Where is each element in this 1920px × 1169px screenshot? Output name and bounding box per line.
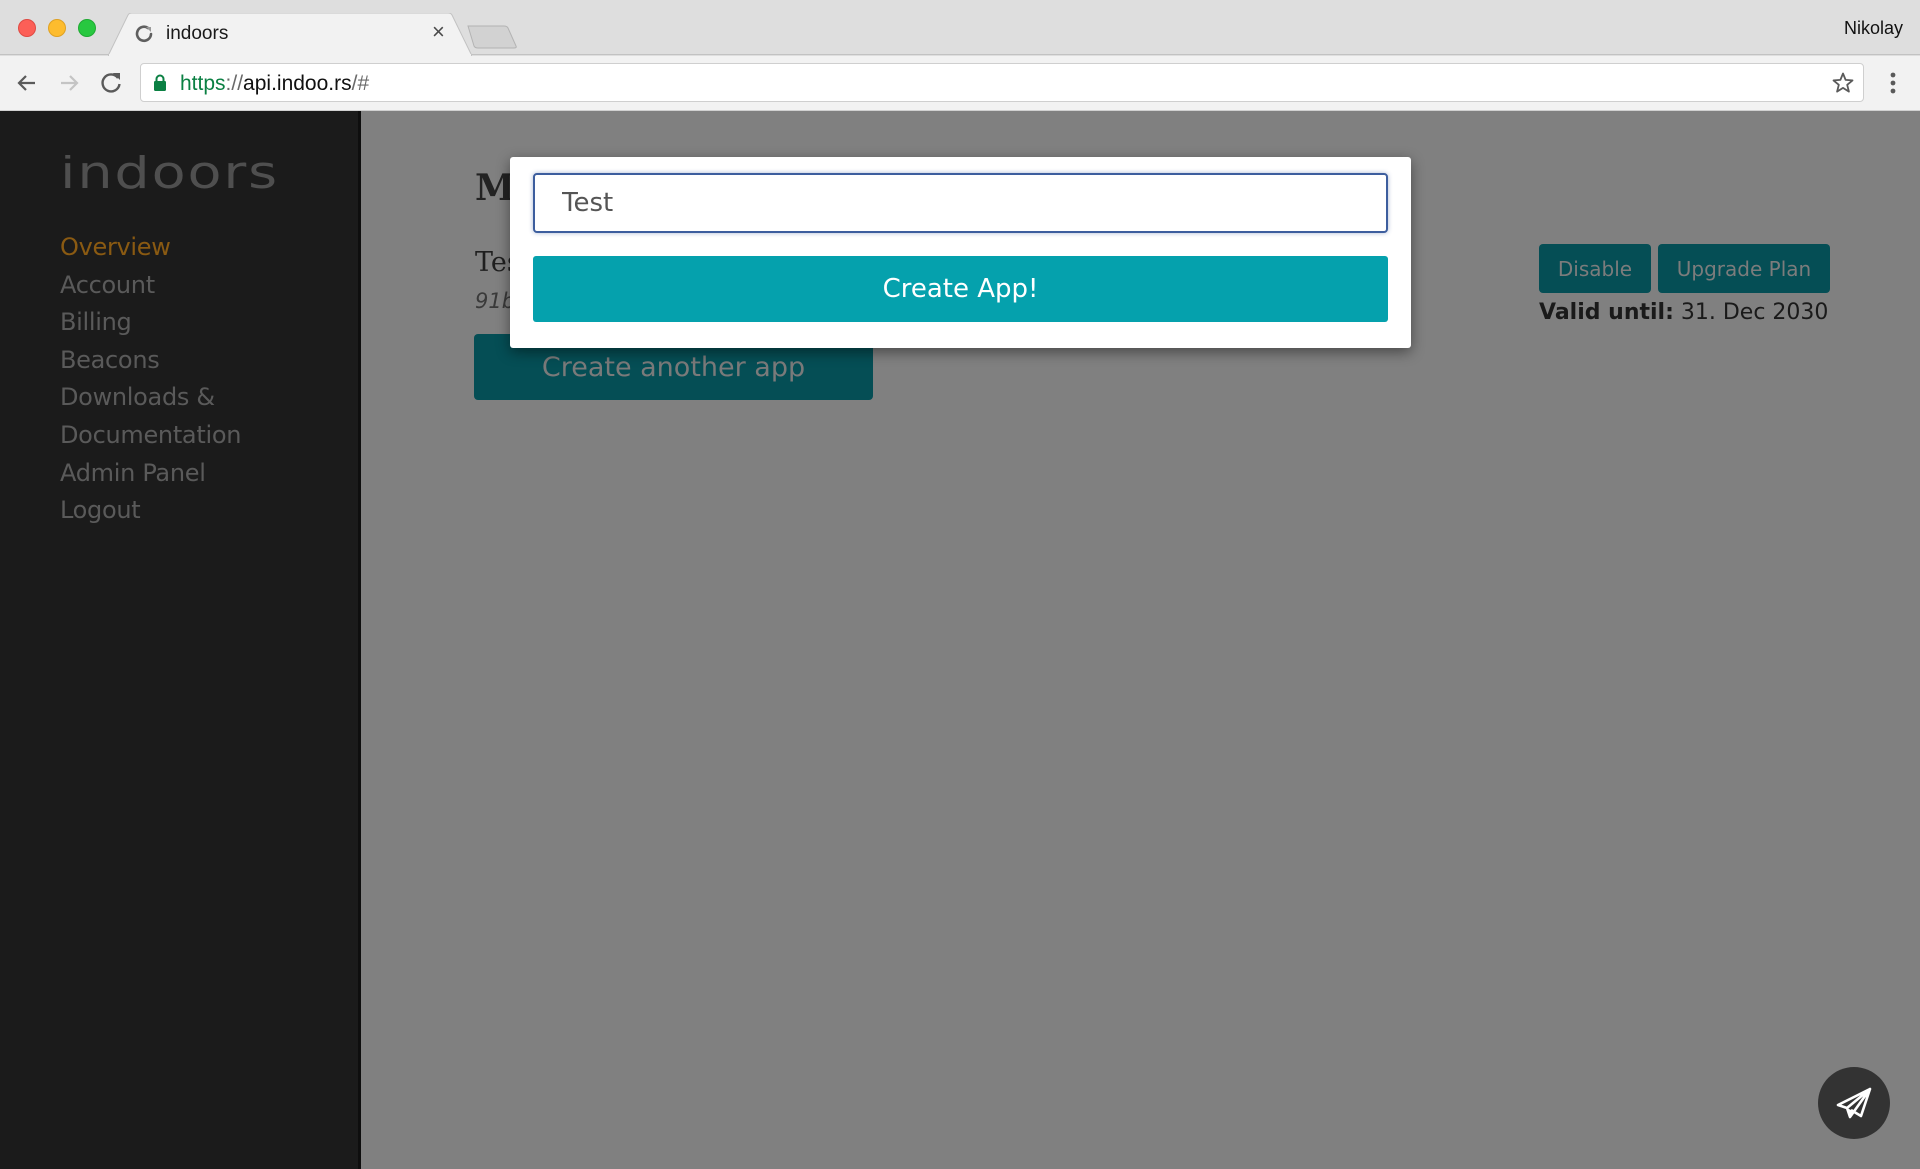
more-vertical-icon[interactable] bbox=[1885, 69, 1901, 97]
logo-text: indoors bbox=[60, 155, 279, 191]
sidebar-item-account[interactable]: Account bbox=[60, 267, 241, 305]
profile-name[interactable]: Nikolay bbox=[1844, 18, 1903, 39]
sidebar-item-overview[interactable]: Overview bbox=[60, 229, 241, 267]
create-app-modal: Create App! bbox=[510, 157, 1411, 348]
star-icon[interactable] bbox=[1831, 71, 1855, 95]
plan-actions: Disable Upgrade Plan bbox=[1539, 244, 1830, 293]
maximize-window-button[interactable] bbox=[78, 19, 96, 37]
minimize-window-button[interactable] bbox=[48, 19, 66, 37]
sidebar-nav: Overview Account Billing Beacons Downloa… bbox=[60, 229, 241, 530]
new-tab-button[interactable] bbox=[466, 24, 518, 49]
lock-icon bbox=[154, 74, 166, 91]
browser-toolbar: https://api.indoo.rs/# bbox=[0, 56, 1920, 111]
upgrade-plan-button[interactable]: Upgrade Plan bbox=[1658, 244, 1830, 293]
sidebar-item-billing[interactable]: Billing bbox=[60, 304, 241, 342]
arrow-left-icon bbox=[17, 75, 35, 91]
sidebar-item-beacons[interactable]: Beacons bbox=[60, 342, 241, 380]
valid-until-value: 31. Dec 2030 bbox=[1680, 300, 1829, 325]
tab-shape bbox=[108, 13, 472, 56]
loading-favicon-icon bbox=[135, 25, 153, 43]
url-scheme: https bbox=[180, 72, 226, 95]
sidebar-item-logout[interactable]: Logout bbox=[60, 492, 241, 530]
feedback-button[interactable] bbox=[1818, 1067, 1890, 1139]
reload-button[interactable] bbox=[97, 69, 125, 97]
reload-icon bbox=[101, 73, 121, 93]
url-host: api.indoo.rs bbox=[243, 72, 352, 95]
sidebar: indoors Overview Account Billing Beacons… bbox=[0, 111, 361, 1169]
indoors-logo[interactable]: indoors bbox=[60, 155, 280, 191]
disable-button[interactable]: Disable bbox=[1539, 244, 1651, 293]
valid-until-label: Valid until: bbox=[1539, 300, 1674, 325]
address-bar[interactable]: https://api.indoo.rs/# bbox=[140, 63, 1864, 102]
tab-close-button[interactable]: × bbox=[432, 21, 445, 43]
tab-title: indoors bbox=[166, 23, 229, 44]
browser-tab-strip: indoors × Nikolay bbox=[0, 0, 1920, 56]
valid-until: Valid until: 31. Dec 2030 bbox=[1539, 300, 1828, 325]
sidebar-item-downloads[interactable]: Downloads & bbox=[60, 379, 241, 417]
browser-tab[interactable]: indoors × bbox=[108, 13, 472, 56]
forward-button[interactable] bbox=[55, 69, 83, 97]
app-name-input[interactable] bbox=[533, 173, 1388, 233]
create-app-button[interactable]: Create App! bbox=[533, 256, 1388, 322]
url-text: https://api.indoo.rs/# bbox=[180, 72, 369, 96]
close-window-button[interactable] bbox=[18, 19, 36, 37]
sidebar-item-documentation[interactable]: Documentation bbox=[60, 417, 241, 455]
paper-plane-icon bbox=[1836, 1087, 1872, 1119]
sidebar-item-admin-panel[interactable]: Admin Panel bbox=[60, 455, 241, 493]
back-button[interactable] bbox=[13, 69, 41, 97]
arrow-right-icon bbox=[61, 75, 79, 91]
url-path: /# bbox=[351, 72, 370, 95]
url-separator: :// bbox=[225, 72, 244, 95]
